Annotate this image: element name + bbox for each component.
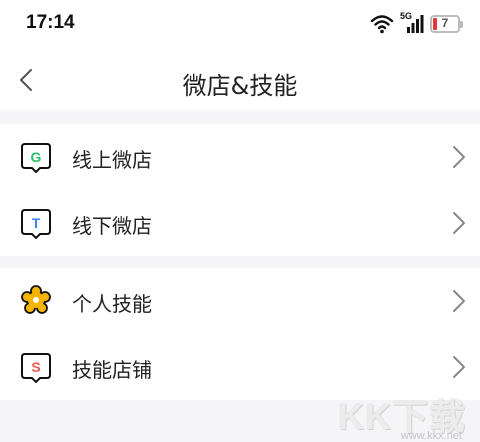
- signal-icon: 5G: [400, 11, 424, 35]
- list-item-label: 线下微店: [72, 214, 152, 238]
- chevron-right-icon: [453, 212, 465, 234]
- online-store-icon: G: [21, 143, 51, 173]
- skill-shop-icon: S: [21, 353, 51, 383]
- wifi-icon: [370, 15, 394, 34]
- list-item-label: 个人技能: [72, 292, 152, 316]
- nav-bar: 微店&技能: [0, 50, 480, 110]
- list-item-online-store[interactable]: G 线上微店: [0, 124, 480, 190]
- skill-shop-icon-letter: S: [31, 359, 40, 375]
- status-icons: 5G 7: [370, 11, 463, 36]
- battery-level: 7: [441, 16, 449, 30]
- chevron-right-icon: [453, 146, 465, 168]
- flower-icon: [21, 285, 51, 314]
- list-item-label: 线上微店: [72, 148, 152, 172]
- list-item-offline-store[interactable]: T 线下微店: [0, 190, 480, 256]
- page-title: 微店&技能: [182, 72, 298, 100]
- status-time: 17:14: [26, 12, 75, 33]
- watermark: KK下载 www.kkx.net: [338, 388, 466, 442]
- battery-icon: 7: [430, 15, 463, 33]
- watermark-url: www.kkx.net: [400, 430, 462, 442]
- online-store-icon-letter: G: [31, 149, 42, 165]
- status-bar: 17:14 5G 7: [0, 0, 480, 50]
- store-group: G 线上微店 T 线下微店: [0, 124, 480, 256]
- offline-store-icon-letter: T: [32, 215, 41, 231]
- chevron-right-icon: [453, 356, 465, 378]
- list-item-personal-skill[interactable]: 个人技能: [0, 268, 480, 334]
- list-item-label: 技能店铺: [72, 358, 152, 382]
- skill-group: 个人技能 S 技能店铺: [0, 268, 480, 400]
- offline-store-icon: T: [21, 209, 51, 239]
- chevron-right-icon: [453, 290, 465, 312]
